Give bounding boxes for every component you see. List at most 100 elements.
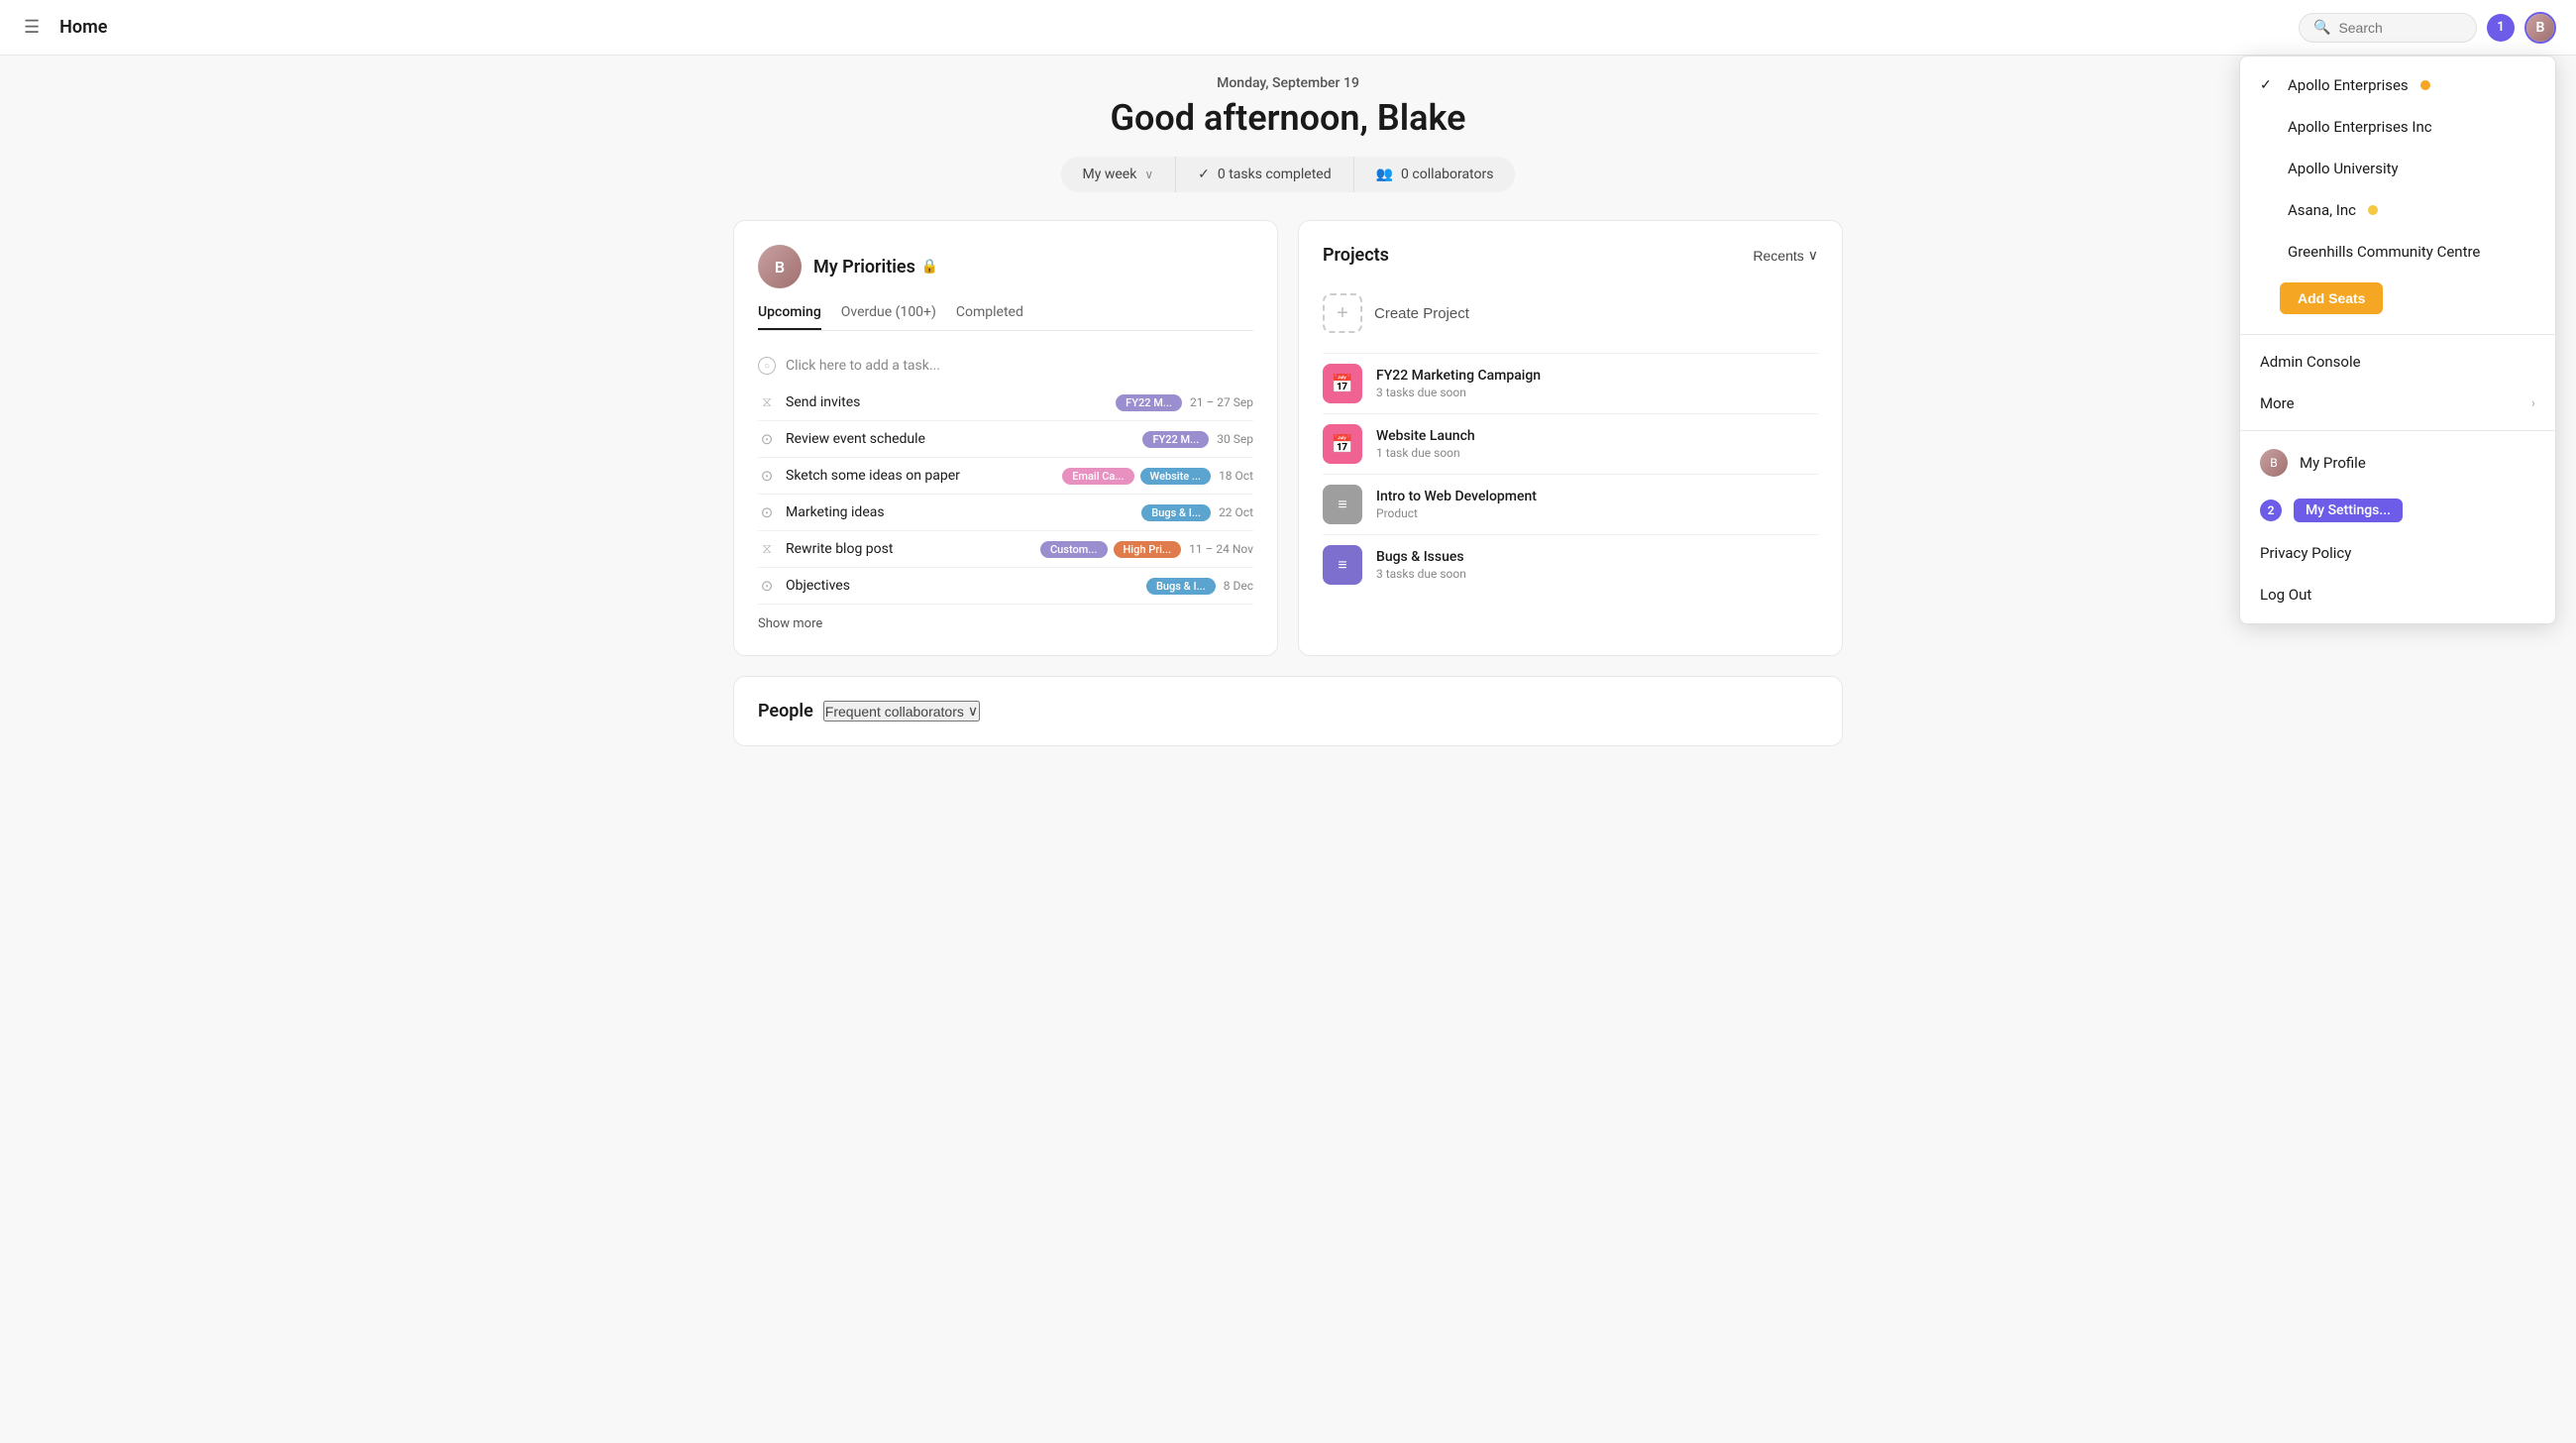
search-input[interactable] bbox=[2338, 20, 2462, 36]
notification-badge[interactable]: 1 bbox=[2487, 14, 2515, 42]
project-sub: Product bbox=[1376, 506, 1818, 520]
project-icon: ≡ bbox=[1323, 485, 1362, 524]
check-circle-icon: ⊙ bbox=[758, 430, 776, 448]
check-circle-icon: ⊙ bbox=[758, 503, 776, 521]
people-card: People Frequent collaborators ∨ bbox=[733, 676, 1843, 746]
org-name: Apollo Enterprises bbox=[2288, 76, 2409, 94]
avatar-face: B bbox=[2526, 14, 2554, 42]
table-row[interactable]: ⊙ Marketing ideas Bugs & I... 22 Oct bbox=[758, 495, 1253, 531]
list-item[interactable]: ≡ Intro to Web Development Product bbox=[1323, 474, 1818, 534]
my-profile-item[interactable]: B My Profile bbox=[2240, 437, 2555, 489]
priorities-tabs: Upcoming Overdue (100+) Completed bbox=[758, 304, 1253, 331]
recents-button[interactable]: Recents ∨ bbox=[1753, 247, 1818, 264]
list-item[interactable]: ≡ Bugs & Issues 3 tasks due soon bbox=[1323, 534, 1818, 595]
settings-badge: 2 bbox=[2260, 500, 2282, 521]
create-project-button[interactable]: + Create Project bbox=[1323, 281, 1818, 345]
main-content: Monday, September 19 Good afternoon, Bla… bbox=[694, 56, 1882, 786]
admin-console-item[interactable]: Admin Console bbox=[2240, 341, 2555, 383]
task-tag: Website ... bbox=[1140, 468, 1212, 485]
tab-overdue[interactable]: Overdue (100+) bbox=[841, 304, 936, 330]
task-name: Objectives bbox=[786, 578, 1146, 594]
hamburger-icon[interactable]: ☰ bbox=[20, 13, 44, 42]
task-tag: Bugs & I... bbox=[1141, 504, 1211, 521]
task-name: Rewrite blog post bbox=[786, 541, 1040, 557]
search-icon: 🔍 bbox=[2313, 20, 2330, 36]
list-item[interactable]: 📅 Website Launch 1 task due soon bbox=[1323, 413, 1818, 474]
project-info: Bugs & Issues 3 tasks due soon bbox=[1376, 549, 1818, 581]
list-icon: ≡ bbox=[1338, 495, 1346, 514]
project-icon: 📅 bbox=[1323, 424, 1362, 464]
privacy-policy-item[interactable]: Privacy Policy bbox=[2240, 532, 2555, 574]
table-row[interactable]: ⊙ Objectives Bugs & I... 8 Dec bbox=[758, 568, 1253, 605]
tasks-completed-label: 0 tasks completed bbox=[1218, 166, 1332, 182]
task-name: Marketing ideas bbox=[786, 504, 1141, 520]
page-title: Home bbox=[59, 17, 107, 38]
check-icon: ✓ bbox=[2260, 77, 2276, 93]
task-name: Sketch some ideas on paper bbox=[786, 468, 1062, 484]
task-tag: High Pri... bbox=[1114, 541, 1182, 558]
priorities-title: My Priorities 🔒 bbox=[813, 257, 938, 278]
greeting-date: Monday, September 19 bbox=[733, 75, 1843, 91]
org-item-greenhills[interactable]: ✓ Greenhills Community Centre bbox=[2240, 231, 2555, 273]
org-item-asana-inc[interactable]: ✓ Asana, Inc bbox=[2240, 189, 2555, 231]
task-date: 18 Oct bbox=[1219, 469, 1253, 483]
top-nav: ☰ Home 🔍 1 B bbox=[0, 0, 2576, 56]
check-icon: ✓ bbox=[1198, 166, 1210, 182]
check-circle-icon: ⊙ bbox=[758, 577, 776, 595]
org-name: Asana, Inc bbox=[2288, 201, 2356, 219]
collaborators-stat[interactable]: 👥 0 collaborators bbox=[1353, 157, 1516, 192]
org-item-apollo-university[interactable]: ✓ Apollo University bbox=[2240, 148, 2555, 189]
task-date: 8 Dec bbox=[1224, 579, 1253, 593]
hourglass-icon: ⧖ bbox=[758, 540, 776, 558]
my-settings-label: My Settings... bbox=[2294, 499, 2403, 522]
search-bar[interactable]: 🔍 bbox=[2299, 13, 2477, 43]
greeting-text: Good afternoon, Blake bbox=[733, 97, 1843, 139]
avatar[interactable]: B bbox=[2524, 12, 2556, 44]
my-week-stat[interactable]: My week ∨ bbox=[1061, 157, 1177, 192]
task-tag: Email Ca... bbox=[1062, 468, 1133, 485]
org-item-apollo-enterprises-inc[interactable]: ✓ Apollo Enterprises Inc bbox=[2240, 106, 2555, 148]
my-settings-item[interactable]: 2 My Settings... bbox=[2240, 489, 2555, 532]
project-info: Website Launch 1 task due soon bbox=[1376, 428, 1818, 460]
table-row[interactable]: ⧖ Rewrite blog post Custom... High Pri..… bbox=[758, 531, 1253, 568]
tasks-completed-stat[interactable]: ✓ 0 tasks completed bbox=[1176, 157, 1352, 192]
table-row[interactable]: ⊙ Review event schedule FY22 M... 30 Sep bbox=[758, 421, 1253, 458]
people-icon: 👥 bbox=[1376, 166, 1393, 182]
frequent-collaborators-button[interactable]: Frequent collaborators ∨ bbox=[823, 701, 980, 722]
people-title: People bbox=[758, 701, 813, 722]
tab-completed[interactable]: Completed bbox=[956, 304, 1023, 330]
add-task-row[interactable]: ○ Click here to add a task... bbox=[758, 347, 1253, 385]
task-date: 22 Oct bbox=[1219, 505, 1253, 519]
task-tag: Custom... bbox=[1040, 541, 1108, 558]
log-out-item[interactable]: Log Out bbox=[2240, 574, 2555, 615]
menu-divider-2 bbox=[2240, 430, 2555, 431]
stats-row: My week ∨ ✓ 0 tasks completed 👥 0 collab… bbox=[1061, 157, 1516, 192]
task-tag: Bugs & I... bbox=[1146, 578, 1216, 595]
project-name: FY22 Marketing Campaign bbox=[1376, 368, 1818, 384]
add-seats-button[interactable]: Add Seats bbox=[2280, 282, 2383, 314]
more-item[interactable]: More › bbox=[2240, 383, 2555, 424]
priorities-header: B My Priorities 🔒 bbox=[758, 245, 1253, 288]
org-name: Apollo University bbox=[2288, 160, 2399, 177]
projects-header: Projects Recents ∨ bbox=[1323, 245, 1818, 266]
org-item-apollo-enterprises[interactable]: ✓ Apollo Enterprises bbox=[2240, 64, 2555, 106]
admin-console-label: Admin Console bbox=[2260, 353, 2361, 371]
content-grid: B My Priorities 🔒 Upcoming Overdue (100+… bbox=[733, 220, 1843, 656]
show-more-button[interactable]: Show more bbox=[758, 616, 1253, 631]
privacy-policy-label: Privacy Policy bbox=[2260, 544, 2351, 562]
project-name: Intro to Web Development bbox=[1376, 489, 1818, 504]
table-row[interactable]: ⧖ Send invites FY22 M... 21 – 27 Sep bbox=[758, 385, 1253, 421]
project-icon: 📅 bbox=[1323, 364, 1362, 403]
task-date: 11 – 24 Nov bbox=[1189, 542, 1253, 556]
projects-title: Projects bbox=[1323, 245, 1389, 266]
project-name: Website Launch bbox=[1376, 428, 1818, 444]
org-name: Apollo Enterprises Inc bbox=[2288, 118, 2432, 136]
list-item[interactable]: 📅 FY22 Marketing Campaign 3 tasks due so… bbox=[1323, 353, 1818, 413]
log-out-label: Log Out bbox=[2260, 586, 2311, 604]
task-name: Send invites bbox=[786, 394, 1116, 410]
my-week-label: My week bbox=[1083, 166, 1137, 182]
tab-upcoming[interactable]: Upcoming bbox=[758, 304, 821, 330]
chevron-right-icon: › bbox=[2531, 395, 2535, 411]
project-sub: 1 task due soon bbox=[1376, 446, 1818, 460]
table-row[interactable]: ⊙ Sketch some ideas on paper Email Ca...… bbox=[758, 458, 1253, 495]
